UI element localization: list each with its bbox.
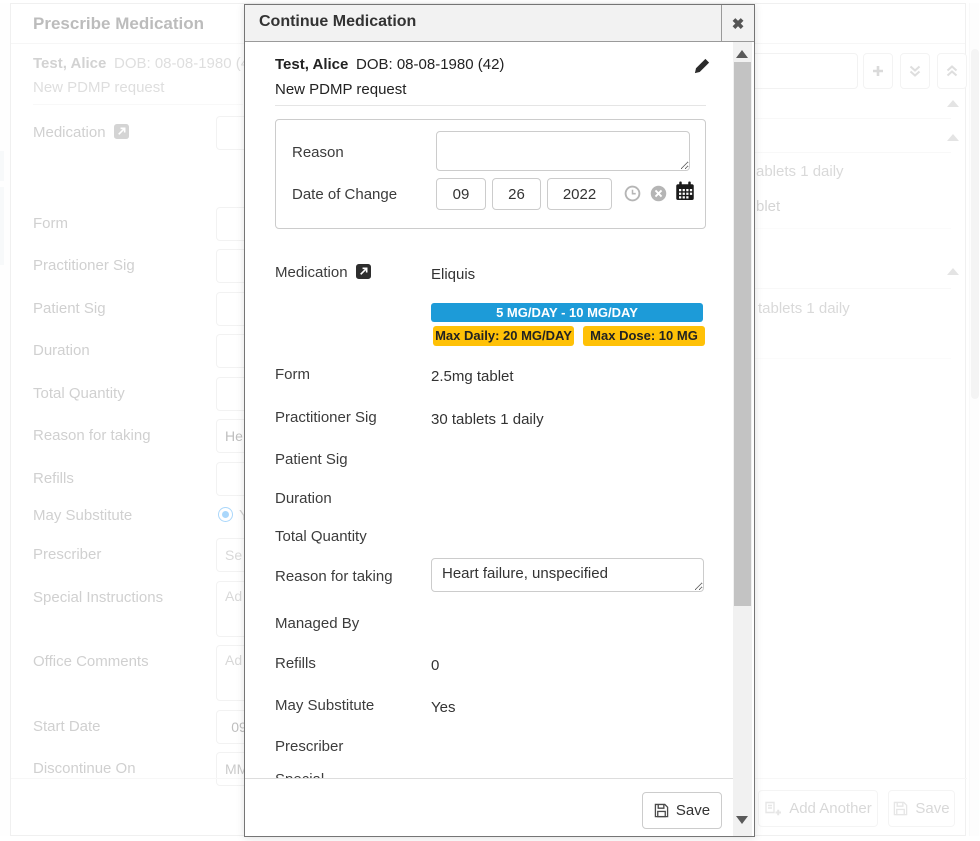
modal-close-button[interactable]: ✖ (721, 5, 754, 42)
patient-sig-label: Patient Sig (275, 451, 348, 468)
modal-body: Test, Alice DOB: 08-08-1980 (42) New PDM… (245, 42, 733, 778)
max-dose-badge: Max Dose: 10 MG (583, 326, 705, 346)
reason-label: Reason (292, 144, 344, 161)
scroll-up-arrow-icon[interactable] (736, 50, 748, 58)
edit-pencil-icon[interactable] (694, 58, 710, 74)
modal-title: Continue Medication (259, 13, 416, 31)
patient-dob: DOB: 08-08-1980 (42) (356, 56, 504, 73)
modal-scrollbar-thumb[interactable] (734, 62, 751, 606)
date-of-change-label: Date of Change (292, 186, 397, 203)
date-day-input[interactable] (492, 178, 541, 210)
reason-textarea[interactable] (436, 131, 690, 171)
duration-label: Duration (275, 490, 332, 507)
modal-header[interactable]: Continue Medication ✖ (245, 5, 754, 42)
form-value: 2.5mg tablet (431, 368, 514, 385)
refills-value: 0 (431, 657, 439, 674)
reason-box: Reason Date of Change (275, 119, 706, 229)
save-icon (654, 803, 669, 818)
clock-icon[interactable] (624, 185, 641, 202)
managed-by-label: Managed By (275, 615, 359, 632)
patient-name: Test, Alice (275, 56, 348, 73)
external-link-icon[interactable] (356, 264, 371, 279)
medication-value: Eliquis (431, 266, 475, 283)
reason-for-taking-textarea[interactable]: Heart failure, unspecified (431, 558, 704, 592)
total-quantity-label: Total Quantity (275, 528, 367, 545)
date-year-input[interactable] (547, 178, 612, 210)
modal-save-label: Save (676, 802, 710, 819)
modal-footer: Save (245, 778, 733, 836)
practitioner-sig-value: 30 tablets 1 daily (431, 411, 544, 428)
pdmp-text: New PDMP request (275, 81, 406, 98)
modal-scrollbar[interactable] (733, 42, 752, 836)
max-daily-badge: Max Daily: 20 MG/DAY (433, 326, 574, 346)
continue-medication-modal: Continue Medication ✖ Test, Alice DOB: 0… (244, 4, 755, 837)
date-month-input[interactable] (436, 178, 486, 210)
close-icon: ✖ (732, 15, 745, 33)
modal-save-button[interactable]: Save (642, 792, 722, 829)
reason-for-taking-label: Reason for taking (275, 568, 393, 585)
scroll-down-arrow-icon[interactable] (736, 816, 748, 824)
calendar-icon[interactable] (675, 181, 695, 201)
refills-label: Refills (275, 655, 316, 672)
form-label: Form (275, 366, 310, 383)
practitioner-sig-label: Practitioner Sig (275, 409, 377, 426)
dose-range-badge: 5 MG/DAY - 10 MG/DAY (431, 303, 703, 322)
may-substitute-value: Yes (431, 699, 455, 716)
special-label-partial: Special (275, 771, 324, 778)
medication-label: Medication (275, 264, 371, 281)
may-substitute-label: May Substitute (275, 697, 374, 714)
clear-date-icon[interactable] (650, 185, 667, 202)
prescriber-label: Prescriber (275, 738, 343, 755)
